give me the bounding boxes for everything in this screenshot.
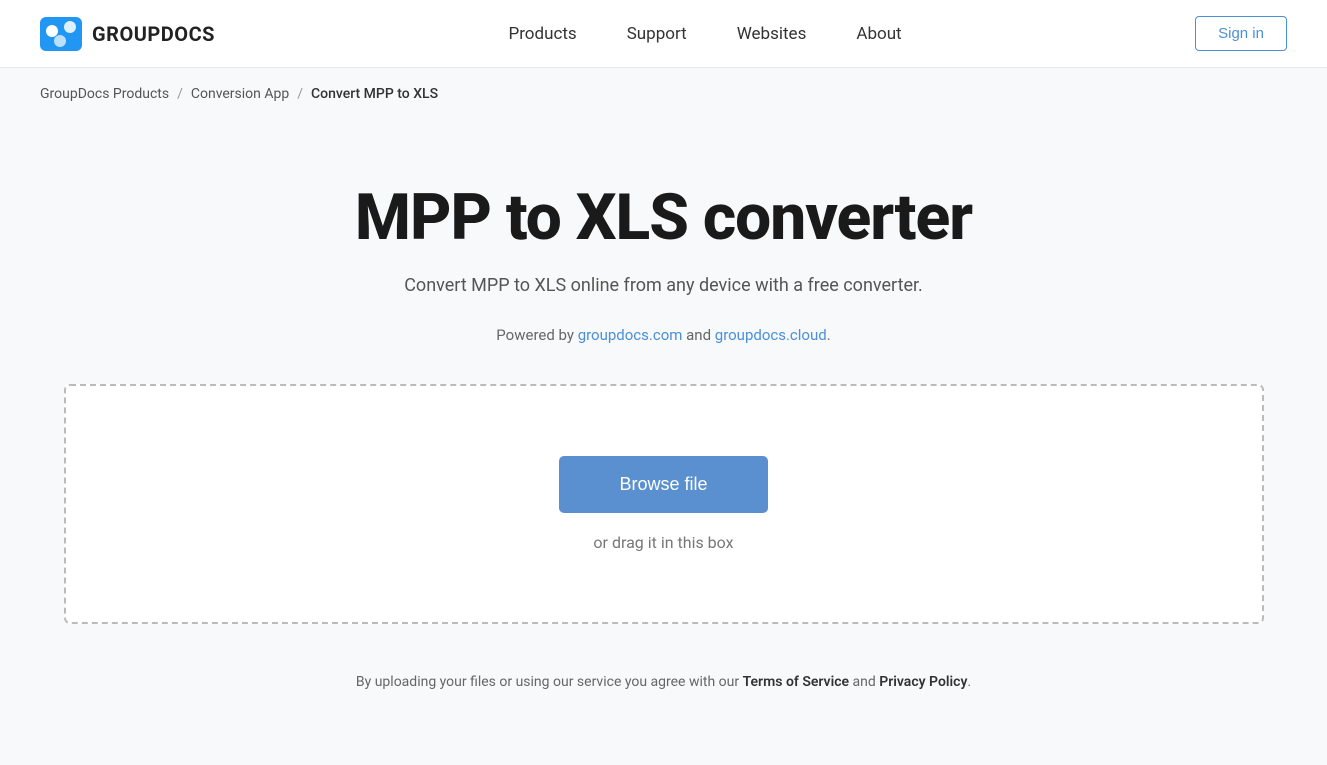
breadcrumb-groupdocs[interactable]: GroupDocs Products [40,86,169,102]
footer-note: By uploading your files or using our ser… [356,674,971,690]
privacy-link[interactable]: Privacy Policy [879,674,967,690]
breadcrumb-sep-1: / [177,86,183,102]
header: GROUPDOCS Products Support Websites Abou… [0,0,1327,68]
browse-file-button[interactable]: Browse file [559,456,767,513]
breadcrumb: GroupDocs Products / Conversion App / Co… [0,68,1327,120]
breadcrumb-conversion-app[interactable]: Conversion App [191,86,289,102]
page-subtitle: Convert MPP to XLS online from any devic… [404,275,923,296]
drop-zone[interactable]: Browse file or drag it in this box [64,384,1264,624]
nav-support[interactable]: Support [627,16,687,52]
terms-link[interactable]: Terms of Service [743,674,849,690]
groupdocs-cloud-link[interactable]: groupdocs.cloud [715,326,827,344]
groupdocs-logo-icon [40,17,82,51]
powered-by: Powered by groupdocs.com and groupdocs.c… [496,326,830,344]
logo[interactable]: GROUPDOCS [40,17,215,51]
drag-hint: or drag it in this box [593,533,733,552]
footer-suffix: . [967,674,971,690]
powered-by-and: and [682,326,714,344]
breadcrumb-sep-2: / [297,86,303,102]
breadcrumb-current: Convert MPP to XLS [311,86,438,102]
signin-button[interactable]: Sign in [1195,16,1287,51]
nav-websites[interactable]: Websites [737,16,807,52]
main-content: MPP to XLS converter Convert MPP to XLS … [0,120,1327,730]
footer-and: and [849,674,879,690]
footer-prefix: By uploading your files or using our ser… [356,674,743,690]
groupdocs-com-link[interactable]: groupdocs.com [578,326,683,344]
powered-by-suffix: . [827,326,831,344]
main-nav: Products Support Websites About [508,16,901,52]
powered-by-prefix: Powered by [496,326,577,344]
logo-text: GROUPDOCS [92,22,215,46]
nav-products[interactable]: Products [508,16,576,52]
nav-about[interactable]: About [856,16,901,52]
page-title: MPP to XLS converter [355,180,972,255]
